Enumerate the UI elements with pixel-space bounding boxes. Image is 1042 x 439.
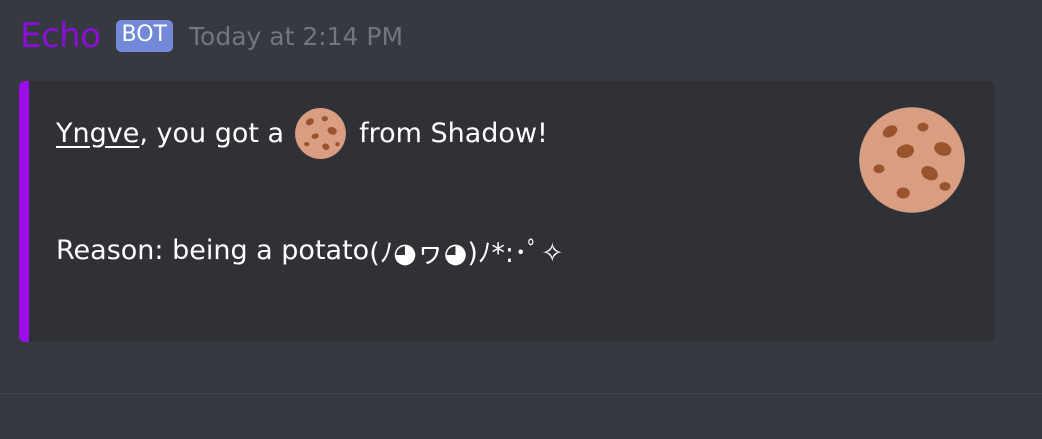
embed-reason-line: Reason: being a potato (ﾉ◕ヮ◕)ﾉ*:･ﾟ✧ — [56, 228, 564, 272]
cookie-thumbnail-icon[interactable] — [857, 105, 967, 215]
embed-accent-bar — [19, 81, 29, 342]
reason-kaomoji: (ﾉ◕ヮ◕)ﾉ*:･ﾟ✧ — [369, 237, 564, 269]
message-embed: Yngve , you got a from Shadow! Reason: b… — [19, 81, 995, 342]
message-divider — [0, 393, 1042, 394]
description-text-end: from Shadow! — [359, 117, 548, 149]
message-header: Echo BOT Today at 2:14 PM — [20, 14, 403, 58]
bot-badge: BOT — [115, 20, 173, 52]
message-timestamp[interactable]: Today at 2:14 PM — [189, 24, 403, 49]
cookie-icon — [295, 107, 347, 159]
embed-description-line: Yngve , you got a from Shadow! — [56, 107, 548, 159]
reason-text: Reason: being a potato — [56, 234, 370, 266]
user-mention[interactable]: Yngve — [56, 118, 139, 149]
author-name[interactable]: Echo — [20, 19, 101, 53]
description-text: , you got a — [139, 117, 285, 149]
message-view: Echo BOT Today at 2:14 PM Yngve , you go… — [0, 0, 1042, 439]
